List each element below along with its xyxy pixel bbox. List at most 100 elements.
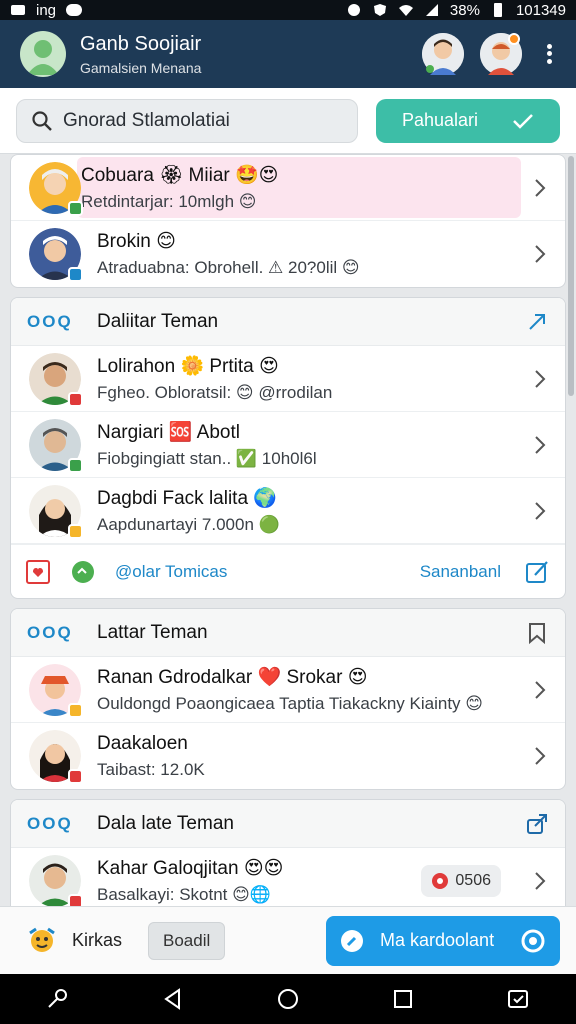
footer-action[interactable]: Sananbanl bbox=[420, 562, 501, 582]
bottom-left-label[interactable]: Kirkas bbox=[72, 930, 122, 951]
status-icon bbox=[68, 702, 83, 718]
footer-link[interactable]: @olar Tomicas bbox=[115, 562, 227, 582]
chevron-right-icon bbox=[535, 369, 546, 388]
app-header: Ganb Soojiair Gamalsien Menana bbox=[0, 20, 576, 88]
list-section: OOQ Lattar Teman Ranan Gdrodalkar ❤️ Sro… bbox=[10, 608, 566, 790]
section-badge: OOQ bbox=[27, 622, 73, 642]
section-badge: OOQ bbox=[27, 813, 73, 833]
app-subtitle: Gamalsien Menana bbox=[80, 59, 202, 76]
status-icon bbox=[68, 894, 83, 906]
chevron-right-icon bbox=[535, 501, 546, 520]
contact-list[interactable]: Cobuara 🏵 Miiar 🤩😍 Retdintarjar: 10mlgh … bbox=[0, 154, 576, 906]
contact-name: Brokin 😊 bbox=[97, 231, 176, 252]
avatar bbox=[29, 161, 83, 216]
contact-name: Daakaloen bbox=[97, 732, 188, 754]
contact-status: Ouldongd Poaongicaea Taptia Tiakackny Ki… bbox=[97, 694, 483, 713]
list-item[interactable]: Dagbdi Fack lalita 🌍 Aapdunartayi 7.000n… bbox=[11, 478, 565, 544]
list-item[interactable]: Kahar Galoqjitan 😍😍 Basalkayi: Skotnt 😊🌐… bbox=[11, 848, 565, 906]
section-header: OOQ Daliitar Teman bbox=[11, 298, 565, 346]
search-icon bbox=[32, 110, 52, 131]
status-left-text: ing bbox=[36, 1, 57, 19]
chevron-right-icon bbox=[535, 680, 546, 699]
avatar bbox=[29, 228, 83, 282]
section-badge: OOQ bbox=[27, 311, 73, 331]
recent-card: Cobuara 🏵 Miiar 🤩😍 Retdintarjar: 10mlgh … bbox=[10, 154, 566, 288]
section-header: OOQ Dala late Teman bbox=[11, 800, 565, 848]
compose-icon[interactable] bbox=[525, 559, 551, 585]
list-item[interactable]: Lolirahon 🌼 Prtita 😍 Fgheo. Obloratsil: … bbox=[11, 346, 565, 412]
contact-status: Basalkayi: Skotnt 😊🌐 bbox=[97, 885, 272, 904]
avatar bbox=[29, 484, 83, 539]
signal-icon bbox=[425, 4, 438, 16]
chevron-right-icon bbox=[535, 435, 546, 454]
section-title: Lattar Teman bbox=[97, 621, 208, 643]
list-item[interactable]: Cobuara 🏵 Miiar 🤩😍 Retdintarjar: 10mlgh … bbox=[11, 155, 565, 221]
chevron-right-icon bbox=[535, 178, 546, 197]
list-item[interactable]: Daakaloen Taibast: 12.0K bbox=[11, 723, 565, 789]
list-item[interactable]: Brokin 😊 Atraduabna: Obrohell. ⚠ 20?0lil… bbox=[11, 221, 565, 287]
bottom-action-bar: Kirkas Boadil Ma kardoolant bbox=[0, 906, 576, 974]
check-icon bbox=[513, 113, 533, 129]
online-status-icon bbox=[68, 457, 83, 473]
notification-icon bbox=[11, 5, 25, 15]
profile-avatar[interactable] bbox=[20, 31, 66, 77]
list-item[interactable]: Ranan Gdrodalkar ❤️ Srokar 😍 Ouldongd Po… bbox=[11, 657, 565, 723]
more-options-icon[interactable] bbox=[538, 39, 560, 69]
avatar bbox=[29, 663, 83, 718]
contact-name: Dagbdi Fack lalita 🌍 bbox=[97, 488, 277, 509]
contact-status: Retdintarjar: 10mlgh 😊 bbox=[81, 192, 257, 211]
screenshot-icon[interactable] bbox=[506, 987, 530, 1011]
contact-avatar-1[interactable] bbox=[422, 33, 464, 75]
late-section: OOQ Dala late Teman Kahar Galoqjitan 😍😍 … bbox=[10, 799, 566, 906]
status-icon bbox=[68, 523, 83, 539]
recents-icon[interactable] bbox=[391, 987, 415, 1011]
status-icon bbox=[68, 769, 83, 784]
contact-status: Aapdunartayi 7.000n 🟢 bbox=[97, 515, 280, 534]
count-value: 0506 bbox=[455, 872, 491, 889]
primary-action-button[interactable]: Ma kardoolant bbox=[326, 915, 560, 966]
security-icon bbox=[373, 4, 386, 16]
status-icon bbox=[68, 391, 83, 407]
scrollbar[interactable] bbox=[568, 156, 574, 396]
online-status-icon bbox=[68, 200, 83, 216]
list-item[interactable]: Nargiari 🆘 Abotl Fiobgingiatt stan.. ✅ 1… bbox=[11, 412, 565, 478]
chevron-right-icon bbox=[535, 872, 546, 890]
wifi-icon bbox=[398, 5, 413, 16]
link-icon bbox=[66, 4, 83, 16]
battery-icon bbox=[493, 3, 502, 17]
section-title: Dala late Teman bbox=[97, 812, 234, 834]
secondary-button[interactable]: Boadil bbox=[148, 921, 226, 960]
search-row: Gnorad Stlamolatiai Pahualari bbox=[0, 88, 576, 154]
share-icon[interactable] bbox=[525, 812, 549, 836]
edit-icon bbox=[341, 929, 363, 952]
card-icon[interactable] bbox=[25, 559, 51, 585]
contact-avatar-2[interactable] bbox=[480, 33, 522, 75]
avatar bbox=[29, 730, 83, 784]
expand-icon[interactable] bbox=[525, 310, 549, 334]
contact-status: Fgheo. Obloratsil: 😊 @rrodilan bbox=[97, 383, 333, 402]
contact-name: Ranan Gdrodalkar ❤️ Srokar 😍 bbox=[97, 667, 368, 688]
count-badge[interactable]: 0506 bbox=[421, 865, 501, 897]
search-input[interactable]: Gnorad Stlamolatiai bbox=[16, 98, 358, 143]
key-icon[interactable] bbox=[46, 987, 70, 1011]
chevron-right-icon bbox=[535, 747, 546, 765]
target-icon bbox=[521, 929, 545, 952]
section-footer: @olar Tomicas Sananbanl bbox=[11, 544, 565, 598]
mascot-icon[interactable] bbox=[24, 923, 60, 959]
filter-button[interactable]: Pahualari bbox=[376, 98, 560, 143]
search-placeholder: Gnorad Stlamolatiai bbox=[63, 109, 230, 131]
record-icon bbox=[432, 873, 449, 889]
contact-status: Taibast: 12.0K bbox=[97, 759, 205, 779]
contact-name: Lolirahon 🌼 Prtita 😍 bbox=[97, 356, 279, 377]
status-bar: ing 38% 101349 bbox=[0, 0, 576, 20]
primary-action-label: Ma kardoolant bbox=[380, 930, 495, 950]
friends-section: OOQ Daliitar Teman Lolirahon 🌼 Prtita 😍 … bbox=[10, 297, 566, 599]
bookmark-icon[interactable] bbox=[525, 621, 549, 645]
contact-status: Atraduabna: Obrohell. ⚠ 20?0lil 😊 bbox=[97, 258, 360, 277]
home-icon[interactable] bbox=[276, 987, 300, 1011]
contact-name: Cobuara 🏵 Miiar 🤩😍 bbox=[81, 165, 279, 186]
shield-icon bbox=[347, 4, 360, 16]
contact-name: Kahar Galoqjitan 😍😍 bbox=[97, 858, 284, 879]
chat-icon[interactable] bbox=[71, 560, 95, 584]
back-icon[interactable] bbox=[161, 987, 185, 1011]
